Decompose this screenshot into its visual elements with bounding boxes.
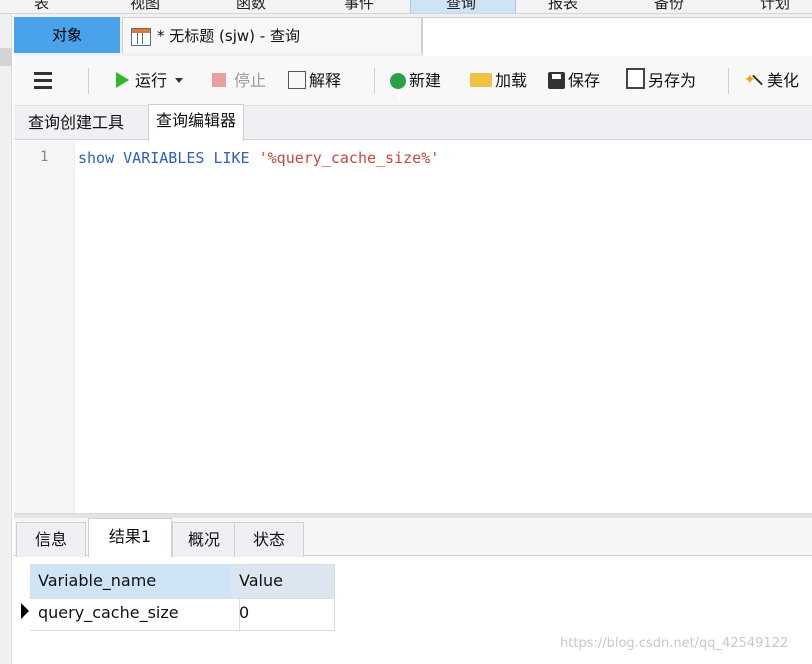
tab-profile[interactable]: 概况	[172, 522, 236, 557]
load-button[interactable]: 加载	[470, 56, 527, 106]
query-table-icon	[131, 28, 151, 46]
load-label: 加载	[495, 71, 528, 90]
menu-item-events[interactable]: 事件	[344, 0, 374, 13]
explain-button[interactable]: 解释	[288, 56, 341, 106]
query-toolbar: 运行 停止 解释 新建 加载 保存 另存为 美化	[14, 55, 812, 120]
line-number-gutter: 1	[14, 141, 75, 513]
save-as-icon	[626, 68, 645, 89]
code-line[interactable]: show VARIABLES LIKE '%query_cache_size%'	[78, 149, 439, 167]
code-string-literal: '%query_cache_size%'	[258, 149, 440, 167]
menu-item-query[interactable]: 查询	[446, 0, 476, 13]
save-as-button[interactable]: 另存为	[626, 56, 696, 106]
chevron-down-icon[interactable]	[175, 78, 184, 83]
tab-info[interactable]: 信息	[16, 522, 86, 557]
result-tab-bar: 信息 结果1 概况 状态	[14, 518, 812, 558]
current-row-indicator-icon	[21, 603, 29, 619]
toolbar-separator	[88, 68, 89, 94]
stop-icon	[212, 73, 226, 87]
menu-icon[interactable]	[34, 72, 52, 89]
toolbar-separator	[728, 68, 729, 94]
line-number: 1	[40, 149, 49, 165]
explain-icon	[288, 71, 306, 89]
menu-item-reports[interactable]: 报表	[548, 0, 578, 13]
explain-label: 解释	[309, 71, 342, 90]
sql-editor[interactable]: show VARIABLES LIKE '%query_cache_size%'	[76, 141, 812, 513]
menu-item-views[interactable]: 视图	[130, 0, 160, 13]
save-as-label: 另存为	[648, 71, 697, 90]
save-icon	[548, 72, 565, 89]
menu-item-backup[interactable]: 备份	[654, 0, 684, 13]
table-cell[interactable]: query_cache_size	[30, 597, 240, 631]
tab-objects-label: 对象	[51, 26, 82, 44]
tab-query-untitled[interactable]: * 无标题 (sjw) - 查询	[122, 17, 422, 53]
beautify-button[interactable]: 美化	[744, 55, 800, 106]
tab-result-1[interactable]: 结果1	[88, 518, 172, 558]
toolbar-separator	[374, 68, 375, 94]
column-header-variable-name[interactable]: Variable_name	[30, 564, 240, 599]
stop-label: 停止	[234, 71, 267, 90]
tab-query-builder[interactable]: 查询创建工具	[22, 106, 130, 140]
tab-query-editor[interactable]: 查询编辑器	[148, 104, 245, 142]
tab-status[interactable]: 状态	[234, 522, 304, 557]
left-panel-edge	[0, 14, 12, 664]
run-button[interactable]: 运行	[116, 56, 184, 106]
run-label: 运行	[135, 71, 168, 90]
tab-objects[interactable]: 对象	[14, 17, 120, 53]
watermark-text: https://blog.csdn.net/qq_42549122	[560, 636, 789, 651]
save-button[interactable]: 保存	[548, 56, 600, 106]
beautify-label: 美化	[767, 71, 800, 90]
column-header-value[interactable]: Value	[231, 564, 335, 599]
code-keywords: show VARIABLES LIKE	[78, 149, 250, 167]
left-panel-marker	[0, 48, 12, 66]
menu-bar: 表 视图 函数 事件 查询 报表 备份 计划	[0, 0, 812, 14]
stop-button[interactable]: 停止	[212, 56, 266, 106]
new-query-icon	[390, 70, 406, 120]
new-button[interactable]: 新建	[390, 56, 442, 120]
tab-query-title: * 无标题 (sjw) - 查询	[157, 27, 300, 45]
menu-item-functions[interactable]: 函数	[236, 0, 266, 13]
menu-item-tables[interactable]: 表	[34, 0, 49, 13]
new-label: 新建	[409, 71, 442, 90]
editor-subtab-bar: 查询创建工具 查询编辑器	[14, 104, 812, 142]
tab-bar-empty-area	[422, 17, 812, 56]
magic-wand-icon	[744, 55, 764, 105]
table-cell[interactable]: 0	[231, 597, 335, 631]
save-label: 保存	[568, 71, 601, 90]
menu-item-schedule[interactable]: 计划	[760, 0, 790, 13]
play-icon	[116, 72, 129, 88]
folder-icon	[470, 73, 492, 87]
